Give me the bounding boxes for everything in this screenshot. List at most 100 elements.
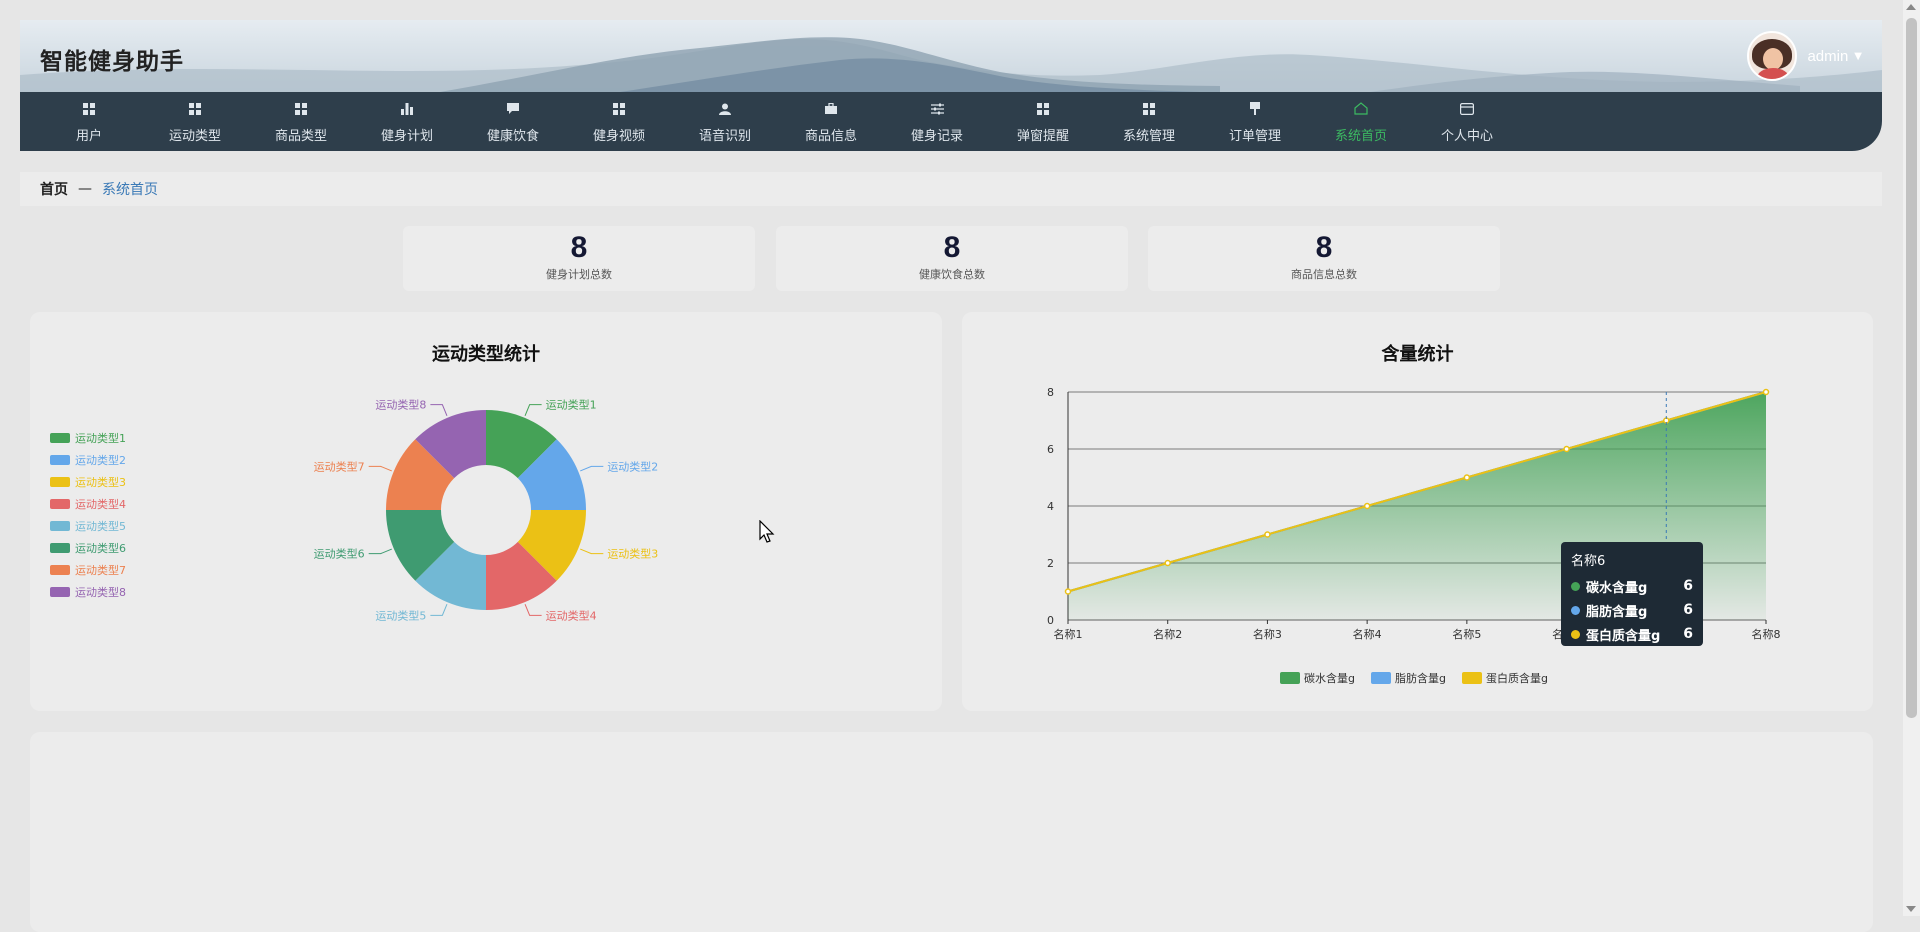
nav-item[interactable]: 健康饮食 [460, 92, 566, 151]
nav-item[interactable]: 语音识别 [672, 92, 778, 151]
nav-item-label: 个人中心 [1440, 128, 1493, 144]
mountain-background [20, 37, 1882, 92]
legend-swatch[interactable] [50, 499, 70, 509]
nav-item[interactable]: 弹窗提醒 [990, 92, 1096, 151]
legend-swatch[interactable] [50, 433, 70, 443]
tooltip-series-value: 6 [1683, 602, 1693, 618]
x-tick-label: 名称3 [1253, 627, 1282, 641]
tooltip-row: 蛋白质含量g 6 [1571, 622, 1693, 646]
person-icon [719, 100, 731, 118]
stat-label: 健康饮食总数 [919, 268, 985, 281]
legend-label[interactable]: 碳水含量g [1304, 671, 1355, 685]
tooltip-series-name: 碳水含量g [1586, 580, 1648, 596]
x-tick-label: 名称2 [1153, 627, 1182, 641]
breadcrumb-current: 系统首页 [102, 182, 158, 198]
nav-item[interactable]: 健身计划 [354, 92, 460, 151]
card-icon [1460, 100, 1474, 118]
legend-label[interactable]: 运动类型2 [75, 453, 126, 467]
nav-item[interactable]: 商品类型 [248, 92, 354, 151]
username[interactable]: admin [1807, 48, 1848, 65]
legend-label[interactable]: 运动类型7 [75, 563, 126, 577]
nav-item-label: 订单管理 [1228, 128, 1281, 144]
legend-label[interactable]: 运动类型4 [75, 497, 126, 511]
avatar[interactable] [1747, 31, 1798, 81]
page-scrollbar[interactable] [1903, 0, 1920, 916]
nav-item[interactable]: 健身视频 [566, 92, 672, 151]
grid-icon [189, 100, 201, 118]
chart-tooltip: 名称6 碳水含量g 6 脂肪含量g 6 蛋白质含量g 6 [1561, 542, 1703, 646]
stat-card-fitness-plans: 8 健身计划总数 [403, 226, 755, 291]
y-tick-label: 2 [1047, 557, 1054, 570]
nav-item-label: 用户 [75, 128, 102, 144]
stamp-icon [1250, 100, 1260, 118]
line-chart: 02468名称1名称2名称3名称4名称5名称6名称7名称8碳水含量g脂肪含量g蛋… [1047, 386, 1781, 685]
grid-icon [613, 100, 625, 118]
nav-item-label: 健身记录 [910, 128, 963, 144]
data-point[interactable] [1463, 474, 1471, 481]
nav-item[interactable]: 系统首页 [1308, 92, 1414, 151]
legend-swatch[interactable] [50, 565, 70, 575]
tooltip-series-value: 6 [1683, 578, 1693, 594]
scroll-thumb[interactable] [1906, 18, 1917, 718]
scroll-down-icon[interactable] [1906, 906, 1916, 912]
legend-label[interactable]: 运动类型6 [75, 541, 126, 555]
legend-swatch[interactable] [1371, 672, 1391, 684]
legend-swatch[interactable] [1280, 672, 1300, 684]
sliders-icon [930, 100, 944, 118]
nav-item-label: 健康饮食 [486, 128, 539, 144]
legend-swatch[interactable] [50, 521, 70, 531]
x-tick-label: 名称8 [1752, 627, 1781, 641]
legend-swatch[interactable] [50, 455, 70, 465]
line-chart-panel: 含量统计 02468名称1名称2名称3名称4名称5名称6名称7名称8碳水含量g脂… [962, 312, 1873, 711]
tooltip-series-name: 蛋白质含量g [1586, 628, 1661, 644]
legend-swatch[interactable] [1462, 672, 1482, 684]
nav-item[interactable]: 订单管理 [1202, 92, 1308, 151]
y-tick-label: 6 [1047, 443, 1054, 456]
nav-item[interactable]: 商品信息 [778, 92, 884, 151]
data-point[interactable] [1064, 588, 1072, 595]
nav-item-label: 健身视频 [592, 128, 645, 144]
legend-label[interactable]: 运动类型8 [75, 585, 126, 599]
x-tick-label: 名称5 [1452, 627, 1481, 641]
x-tick-label: 名称4 [1353, 627, 1382, 641]
nav-item-label: 运动类型 [168, 128, 221, 144]
data-point[interactable] [1363, 502, 1371, 510]
pie-label-line [524, 604, 542, 616]
y-tick-label: 0 [1047, 614, 1054, 627]
nav-item[interactable]: 系统管理 [1096, 92, 1202, 151]
legend-label[interactable]: 运动类型1 [75, 431, 126, 445]
grid-icon [83, 100, 95, 118]
pie-slice-label: 运动类型5 [375, 608, 426, 622]
legend-swatch[interactable] [50, 543, 70, 553]
pie-label-line [580, 465, 604, 472]
data-point[interactable] [1563, 445, 1570, 453]
stat-label: 健身计划总数 [546, 268, 612, 281]
scroll-up-icon[interactable] [1906, 4, 1916, 10]
main-nav: 用户 运动类型 商品类型 健身计划 健康饮食 健身视频 语音识别 商品信息 健身记录 弹窗提醒 系统… [20, 92, 1882, 151]
legend-swatch[interactable] [50, 587, 70, 597]
data-point[interactable] [1164, 559, 1171, 567]
pie-label-line [368, 548, 392, 555]
data-point[interactable] [1762, 388, 1770, 396]
pie-slice-label: 运动类型7 [314, 459, 365, 473]
data-point[interactable] [1264, 531, 1271, 538]
legend-label[interactable]: 运动类型5 [75, 519, 126, 533]
user-menu[interactable]: admin ▼ [1747, 30, 1862, 82]
pie-slice-label: 运动类型6 [314, 547, 365, 561]
nav-item[interactable]: 运动类型 [142, 92, 248, 151]
pie-slice-label: 运动类型1 [546, 398, 597, 412]
legend-label[interactable]: 蛋白质含量g [1486, 671, 1548, 685]
breadcrumb-home[interactable]: 首页 [40, 179, 68, 199]
nav-item[interactable]: 个人中心 [1414, 92, 1520, 151]
nav-item[interactable]: 健身记录 [884, 92, 990, 151]
legend-swatch[interactable] [50, 477, 70, 487]
chevron-down-icon[interactable]: ▼ [1854, 51, 1862, 62]
pie-label-line [580, 548, 604, 555]
bar-chart-icon [401, 100, 413, 118]
stat-label: 商品信息总数 [1291, 268, 1357, 281]
nav-item[interactable]: 用户 [36, 92, 142, 151]
stat-card-product-info: 8 商品信息总数 [1148, 226, 1500, 291]
legend-label[interactable]: 脂肪含量g [1395, 671, 1446, 685]
tooltip-series-value: 6 [1683, 626, 1693, 642]
legend-label[interactable]: 运动类型3 [75, 475, 126, 489]
